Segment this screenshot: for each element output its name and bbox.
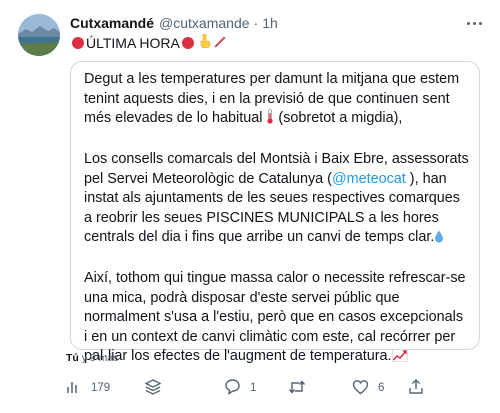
pencil-icon	[214, 35, 226, 51]
author-handle[interactable]: @cutxamande	[159, 15, 249, 31]
red-circle-icon	[181, 36, 194, 49]
like-icon	[352, 379, 369, 398]
red-circle-icon	[72, 36, 84, 49]
like-button[interactable]: 6	[352, 376, 384, 400]
tweet-headline: ÚLTIMA HORA	[70, 33, 226, 51]
action-bar: 179 1 6	[66, 376, 480, 400]
views-button[interactable]: 179	[66, 376, 110, 400]
reply-icon	[224, 378, 241, 398]
reply-button[interactable]: 1	[224, 376, 256, 400]
retweet-icon	[288, 379, 306, 398]
share-button[interactable]	[408, 376, 424, 400]
avatar[interactable]	[18, 14, 60, 56]
quote-card[interactable]: Degut a les temperatures per damunt la m…	[70, 61, 480, 364]
author-name[interactable]: Cutxamandé	[70, 15, 154, 31]
more-icon[interactable]	[464, 13, 484, 33]
liked-by-you: Tú	[66, 352, 79, 364]
liked-by-others: y 9 más	[78, 352, 119, 364]
chart-increasing-icon	[391, 349, 408, 369]
views-count: 179	[91, 382, 111, 394]
tweet-header: Cutxamandé @cutxamande · 1h	[70, 14, 278, 32]
paragraph-1-part-b: (sobretot a migdia),	[274, 110, 403, 126]
hand-pointing-down-icon	[199, 33, 211, 51]
headline-text: ÚLTIMA HORA	[86, 34, 180, 51]
layers-icon	[144, 378, 162, 399]
paragraph-1: Degut a les temperatures per damunt la m…	[84, 70, 470, 131]
paragraph-3-text: Així, tothom qui tingue massa calor o ne…	[84, 270, 466, 364]
retweet-button[interactable]	[288, 376, 306, 400]
share-icon	[408, 378, 424, 398]
views-icon	[66, 379, 82, 398]
separator-dot: ·	[253, 15, 259, 31]
like-count: 6	[378, 382, 385, 394]
quote-text: Degut a les temperatures per damunt la m…	[84, 70, 470, 369]
reply-count: 1	[250, 382, 257, 394]
paragraph-2: Los consells comarcals del Montsià i Bai…	[84, 150, 470, 250]
layers-button[interactable]	[144, 376, 162, 400]
droplet-icon	[434, 230, 444, 250]
tweet: Cutxamandé @cutxamande · 1h ÚLTIMA HORA …	[0, 0, 500, 413]
tweet-time[interactable]: 1h	[262, 15, 278, 31]
paragraph-3: Així, tothom qui tingue massa calor o ne…	[84, 269, 470, 369]
liked-by[interactable]: Tú y 9 más	[66, 352, 119, 364]
mention-meteocat[interactable]: @meteocat	[332, 171, 406, 187]
